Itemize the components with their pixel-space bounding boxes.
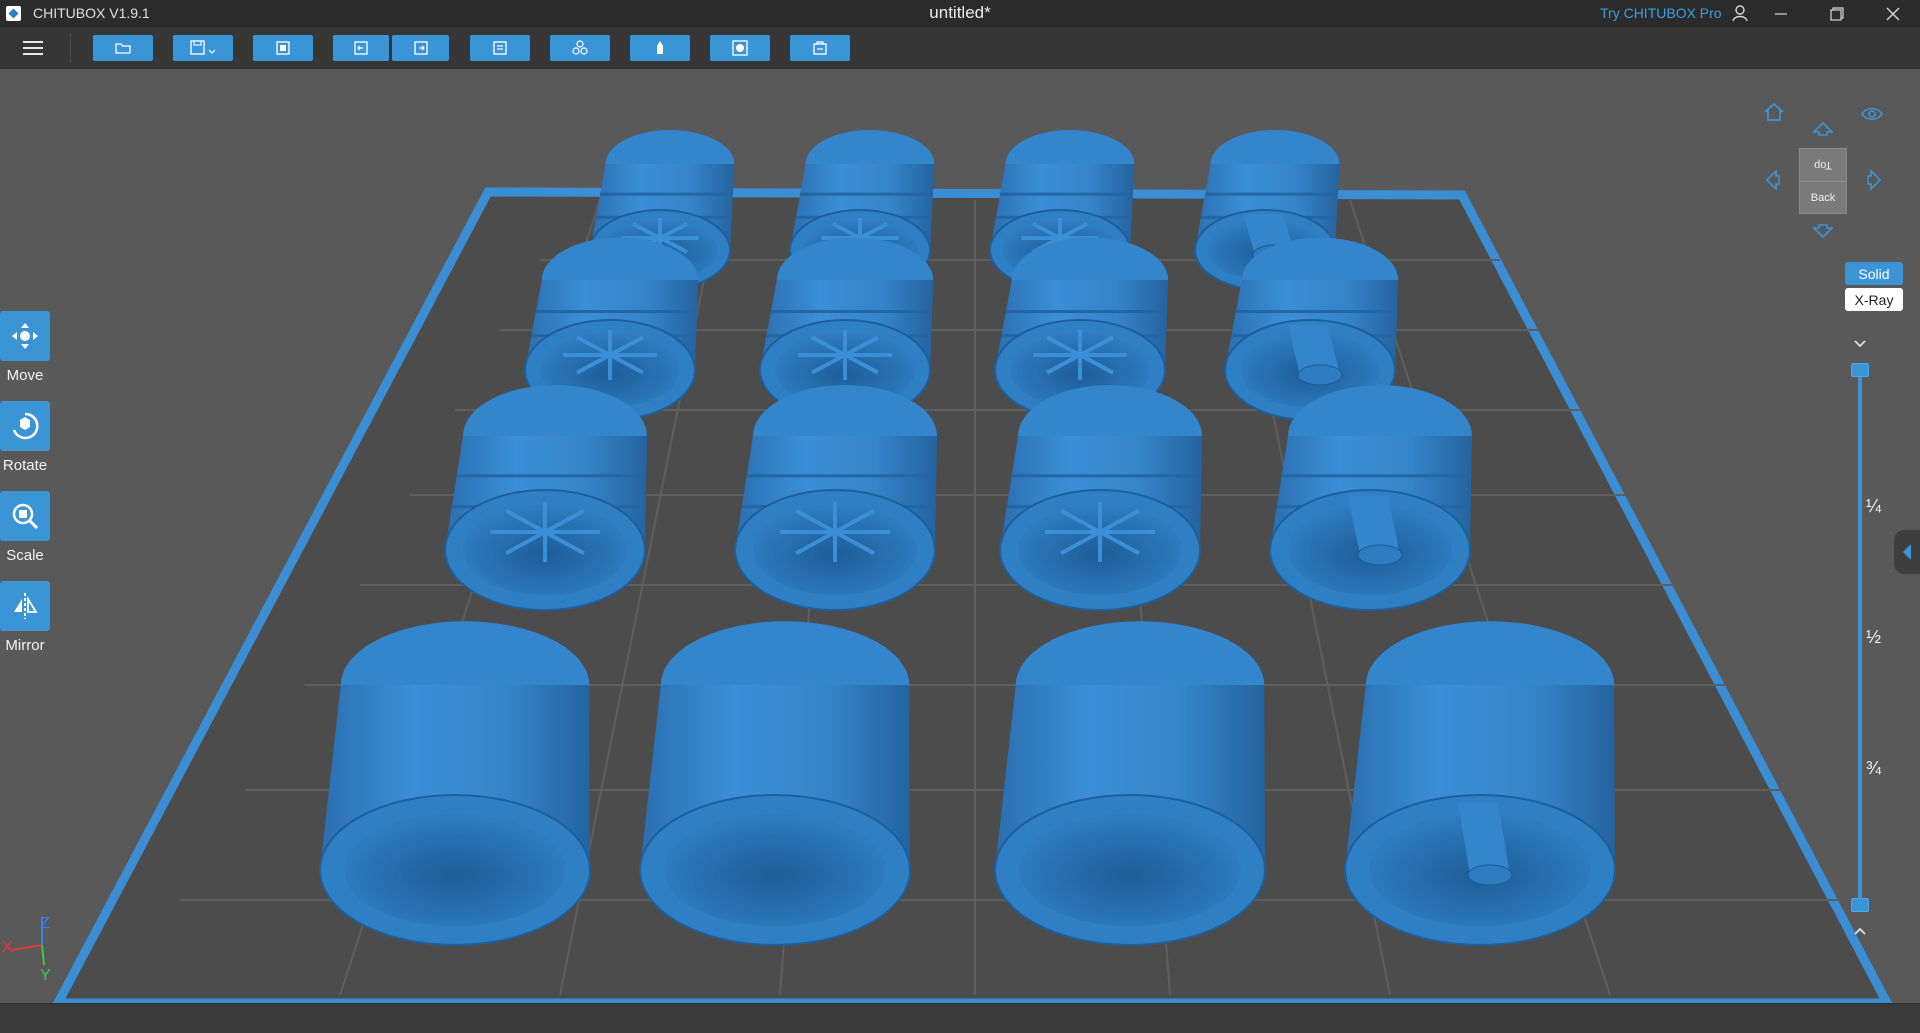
chevron-up-icon[interactable] [1848, 920, 1872, 944]
view-right-arrow-icon[interactable] [1863, 168, 1887, 192]
layer-slider-bottom-handle[interactable] [1851, 898, 1869, 912]
toolbar-separator [70, 33, 71, 63]
model-inner-cavity [1019, 813, 1241, 927]
clone-icon [572, 40, 588, 55]
scale-tool-label: Scale [6, 547, 44, 564]
support-button[interactable] [630, 35, 690, 61]
eye-visibility-icon[interactable] [1860, 102, 1884, 126]
collapse-arrow-icon [1903, 544, 1911, 560]
user-icon[interactable] [1730, 3, 1750, 23]
model-hub [1467, 864, 1513, 886]
view-cube[interactable]: Top Back [1799, 148, 1847, 214]
model-tire-13[interactable] [319, 621, 591, 946]
axis-x-label: X [2, 939, 13, 956]
model-hub [1357, 544, 1403, 566]
view-left-arrow-icon[interactable] [1760, 168, 1784, 192]
model-tire-14[interactable] [639, 621, 911, 946]
mirror-tool-button[interactable] [0, 581, 50, 631]
3d-viewport[interactable]: Z X Y [0, 69, 1920, 1003]
hole-icon [813, 41, 827, 55]
scale-tool-button[interactable] [0, 491, 50, 541]
support-icon [657, 41, 663, 54]
axis-gizmo: Z X Y [2, 915, 51, 984]
scene-canvas[interactable]: Z X Y [0, 69, 1920, 1003]
capture-icon [276, 41, 290, 55]
restore-button[interactable] [1812, 0, 1862, 27]
model-rim-12[interactable] [1269, 385, 1472, 611]
hollow-icon [732, 40, 748, 56]
chevron-down-icon[interactable] [1848, 331, 1872, 355]
dig-hole-button[interactable] [790, 35, 850, 61]
slider-tick-half: ½ [1866, 627, 1882, 647]
move-tool-button[interactable] [0, 311, 50, 361]
model-tire-16[interactable] [1344, 621, 1616, 946]
close-icon [1886, 7, 1900, 20]
view-down-arrow-icon[interactable] [1811, 220, 1835, 244]
save-button[interactable] [173, 35, 233, 61]
scale-icon [12, 503, 39, 530]
solid-mode-button[interactable]: Solid [1845, 262, 1903, 285]
slider-tick-three-quarter: ¾ [1866, 758, 1882, 778]
model-rim-9[interactable] [444, 385, 647, 611]
view-cube-back-face[interactable]: Back [1800, 181, 1846, 213]
undo-button[interactable] [333, 35, 389, 61]
layer-slider-track[interactable] [1858, 370, 1862, 905]
try-pro-link[interactable]: Try CHITUBOX Pro [1600, 5, 1722, 21]
layer-slider-top-handle[interactable] [1851, 363, 1869, 377]
title-bar: CHITUBOX V1.9.1 untitled* Try CHITUBOX P… [0, 0, 1920, 27]
main-toolbar [0, 27, 1920, 69]
rotate-tool-button[interactable] [0, 401, 50, 451]
move-icon [12, 323, 38, 349]
right-panel-toggle[interactable] [1894, 530, 1920, 574]
multiply-button[interactable] [550, 35, 610, 61]
view-up-arrow-icon[interactable] [1811, 116, 1835, 140]
hamburger-menu-icon[interactable] [20, 36, 46, 60]
layout-icon [493, 41, 507, 55]
model-tire-15[interactable] [994, 621, 1266, 946]
screenshot-button[interactable] [253, 35, 313, 61]
home-view-icon[interactable] [1762, 100, 1786, 124]
model-rim-10[interactable] [734, 385, 937, 611]
close-button[interactable] [1868, 0, 1918, 27]
model-inner-cavity [664, 813, 886, 927]
save-icon [190, 40, 216, 55]
model-rim-11[interactable] [999, 385, 1202, 611]
mirror-tool-label: Mirror [5, 637, 45, 654]
axis-y-label: Y [40, 967, 51, 984]
layout-button[interactable] [470, 35, 530, 61]
open-file-button[interactable] [93, 35, 153, 61]
rotate-tool-label: Rotate [2, 457, 48, 474]
move-tool-label: Move [6, 367, 44, 384]
model-hub [1297, 364, 1343, 386]
xray-mode-button[interactable]: X-Ray [1845, 288, 1903, 311]
rotate-icon [12, 412, 39, 440]
minimize-button[interactable] [1756, 0, 1806, 27]
redo-icon [413, 41, 428, 55]
hollow-button[interactable] [710, 35, 770, 61]
slider-tick-quarter: ¼ [1866, 496, 1882, 516]
view-cube-top-face[interactable]: Top [1800, 149, 1846, 181]
restore-icon [1830, 6, 1844, 21]
mirror-icon [14, 593, 38, 619]
folder-icon [115, 43, 131, 54]
model-inner-cavity [344, 813, 566, 927]
undo-icon [354, 41, 368, 55]
status-bar [0, 1003, 1920, 1033]
redo-button[interactable] [392, 35, 449, 61]
minimize-icon [1775, 12, 1787, 15]
axis-z-label: Z [40, 915, 50, 932]
